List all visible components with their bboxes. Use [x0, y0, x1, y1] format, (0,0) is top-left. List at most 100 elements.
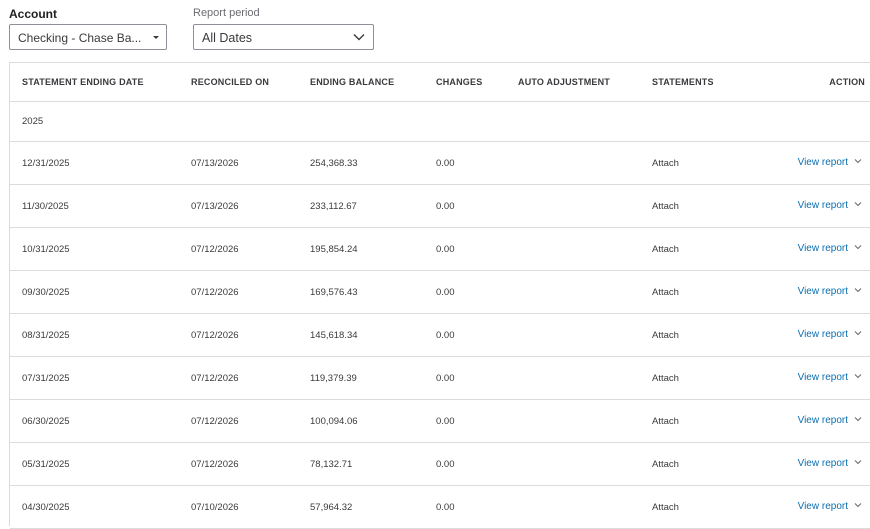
chevron-down-icon[interactable] — [854, 158, 862, 164]
statement-ending-date-cell: 11/30/2025 — [22, 201, 69, 212]
reconciled-on-cell: 07/12/2026 — [191, 459, 239, 470]
view-report-dropdown[interactable]: View report — [798, 199, 862, 211]
changes-cell: 0.00 — [436, 244, 455, 255]
report-period-select[interactable]: All Dates — [193, 24, 374, 50]
table-header: STATEMENT ENDING DATE RECONCILED ON ENDI… — [10, 63, 870, 102]
view-report-dropdown[interactable]: View report — [798, 156, 862, 168]
ending-balance-cell: 100,094.06 — [310, 416, 358, 427]
changes-cell: 0.00 — [436, 416, 455, 427]
attach-statement-link[interactable]: Attach — [652, 201, 679, 212]
attach-statement-link[interactable]: Attach — [652, 244, 679, 255]
filter-bar: Account Checking - Chase Ba... Report pe… — [9, 7, 409, 57]
ending-balance-cell: 145,618.34 — [310, 330, 358, 341]
statement-ending-date-cell: 04/30/2025 — [22, 502, 70, 513]
table-row: 08/31/2025 07/12/2026 145,618.34 0.00 At… — [10, 314, 870, 357]
view-report-link[interactable]: View report — [798, 286, 848, 297]
attach-statement-link[interactable]: Attach — [652, 373, 679, 384]
view-report-dropdown[interactable]: View report — [798, 328, 862, 340]
report-period-value: All Dates — [202, 31, 253, 45]
chevron-down-icon[interactable] — [854, 373, 862, 379]
view-report-dropdown[interactable]: View report — [798, 414, 862, 426]
changes-cell: 0.00 — [436, 502, 455, 513]
view-report-link[interactable]: View report — [798, 200, 848, 211]
column-header-ending-balance[interactable]: ENDING BALANCE — [310, 77, 394, 87]
account-select-value: Checking - Chase Ba... — [18, 31, 142, 45]
reconciled-on-cell: 07/12/2026 — [191, 373, 239, 384]
account-select[interactable]: Checking - Chase Ba... — [9, 24, 167, 50]
reconciled-on-cell: 07/13/2026 — [191, 201, 239, 212]
statement-ending-date-cell: 07/31/2025 — [22, 373, 70, 384]
reconciled-on-cell: 07/10/2026 — [191, 502, 239, 513]
report-period-label: Report period — [193, 7, 260, 19]
column-header-reconciled-on[interactable]: RECONCILED ON — [191, 77, 269, 87]
ending-balance-cell: 119,379.39 — [310, 373, 357, 384]
table-row: 11/30/2025 07/13/2026 233,112.67 0.00 At… — [10, 185, 870, 228]
group-year-label: 2025 — [22, 116, 44, 127]
ending-balance-cell: 169,576.43 — [310, 287, 358, 298]
view-report-dropdown[interactable]: View report — [798, 371, 862, 383]
attach-statement-link[interactable]: Attach — [652, 502, 679, 513]
ending-balance-cell: 78,132.71 — [310, 459, 353, 470]
changes-cell: 0.00 — [436, 330, 455, 341]
column-header-auto-adjustment[interactable]: AUTO ADJUSTMENT — [518, 77, 610, 87]
reconciled-on-cell: 07/12/2026 — [191, 244, 239, 255]
statement-ending-date-cell: 10/31/2025 — [22, 244, 70, 255]
view-report-dropdown[interactable]: View report — [798, 285, 862, 297]
table-row: 07/31/2025 07/12/2026 119,379.39 0.00 At… — [10, 357, 870, 400]
column-header-statements: STATEMENTS — [652, 77, 714, 87]
statement-ending-date-cell: 08/31/2025 — [22, 330, 70, 341]
ending-balance-cell: 195,854.24 — [310, 244, 358, 255]
statement-ending-date-cell: 05/31/2025 — [22, 459, 70, 470]
changes-cell: 0.00 — [436, 287, 455, 298]
chevron-down-icon[interactable] — [854, 330, 862, 336]
changes-cell: 0.00 — [436, 373, 455, 384]
view-report-link[interactable]: View report — [798, 157, 848, 168]
attach-statement-link[interactable]: Attach — [652, 459, 679, 470]
account-label: Account — [9, 7, 57, 21]
caret-down-icon — [153, 36, 159, 39]
table-row: 06/30/2025 07/12/2026 100,094.06 0.00 At… — [10, 400, 870, 443]
reconciled-on-cell: 07/12/2026 — [191, 287, 239, 298]
chevron-down-icon[interactable] — [854, 287, 862, 293]
changes-cell: 0.00 — [436, 459, 455, 470]
changes-cell: 0.00 — [436, 201, 455, 212]
group-row-year: 2025 — [10, 102, 870, 142]
attach-statement-link[interactable]: Attach — [652, 158, 679, 169]
table-row: 10/31/2025 07/12/2026 195,854.24 0.00 At… — [10, 228, 870, 271]
statement-ending-date-cell: 12/31/2025 — [22, 158, 70, 169]
ending-balance-cell: 254,368.33 — [310, 158, 358, 169]
reconciliation-history-table: STATEMENT ENDING DATE RECONCILED ON ENDI… — [9, 62, 870, 529]
ending-balance-cell: 233,112.67 — [310, 201, 357, 212]
table-row: 12/31/2025 07/13/2026 254,368.33 0.00 At… — [10, 142, 870, 185]
view-report-dropdown[interactable]: View report — [798, 242, 862, 254]
column-header-action: ACTION — [829, 77, 865, 87]
reconciled-on-cell: 07/13/2026 — [191, 158, 239, 169]
column-header-changes[interactable]: CHANGES — [436, 77, 482, 87]
view-report-link[interactable]: View report — [798, 372, 848, 383]
chevron-down-icon[interactable] — [854, 244, 862, 250]
reconciled-on-cell: 07/12/2026 — [191, 330, 239, 341]
view-report-link[interactable]: View report — [798, 415, 848, 426]
statement-ending-date-cell: 06/30/2025 — [22, 416, 70, 427]
statement-ending-date-cell: 09/30/2025 — [22, 287, 70, 298]
attach-statement-link[interactable]: Attach — [652, 287, 679, 298]
view-report-dropdown[interactable]: View report — [798, 500, 862, 512]
ending-balance-cell: 57,964.32 — [310, 502, 353, 513]
view-report-link[interactable]: View report — [798, 458, 848, 469]
table-row: 04/30/2025 07/10/2026 57,964.32 0.00 Att… — [10, 486, 870, 529]
column-header-statement-ending-date[interactable]: STATEMENT ENDING DATE — [22, 77, 144, 87]
view-report-link[interactable]: View report — [798, 501, 848, 512]
changes-cell: 0.00 — [436, 158, 455, 169]
view-report-link[interactable]: View report — [798, 329, 848, 340]
view-report-link[interactable]: View report — [798, 243, 848, 254]
reconciled-on-cell: 07/12/2026 — [191, 416, 239, 427]
attach-statement-link[interactable]: Attach — [652, 416, 679, 427]
chevron-down-icon[interactable] — [854, 416, 862, 422]
chevron-down-icon[interactable] — [854, 201, 862, 207]
chevron-down-icon[interactable] — [854, 502, 862, 508]
chevron-down-icon[interactable] — [854, 459, 862, 465]
table-row: 05/31/2025 07/12/2026 78,132.71 0.00 Att… — [10, 443, 870, 486]
attach-statement-link[interactable]: Attach — [652, 330, 679, 341]
chevron-down-icon — [353, 34, 365, 41]
view-report-dropdown[interactable]: View report — [798, 457, 862, 469]
